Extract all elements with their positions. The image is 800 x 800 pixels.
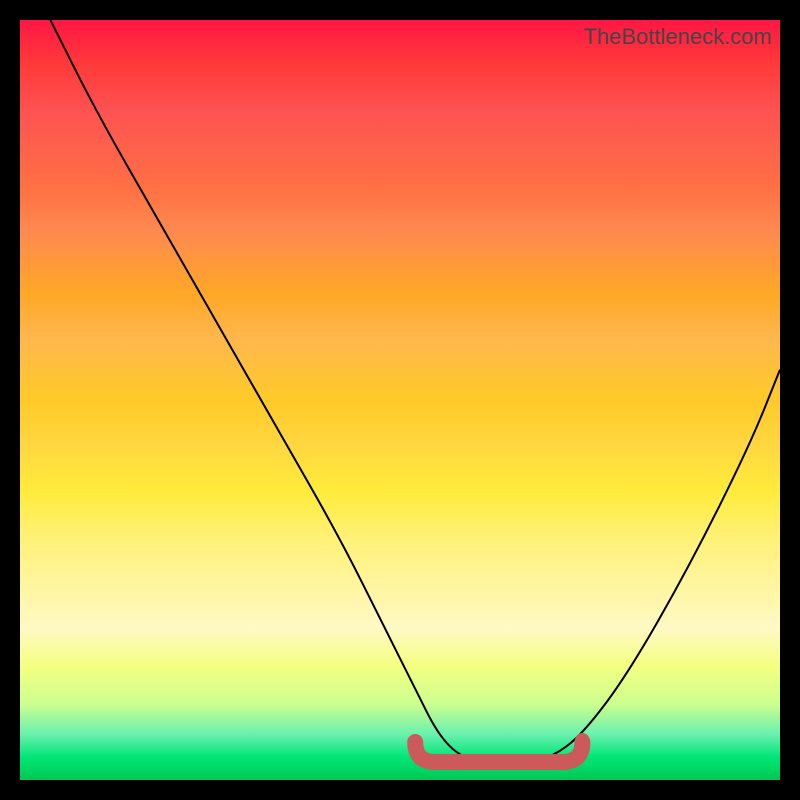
valley-end-dot: [575, 733, 589, 747]
watermark-label: TheBottleneck.com: [584, 24, 772, 50]
curve-group: [50, 20, 780, 765]
curve-svg: [20, 20, 780, 780]
bottleneck-curve-left: [50, 20, 521, 765]
bottleneck-chart: TheBottleneck.com: [20, 20, 780, 780]
bottleneck-curve-right: [491, 370, 780, 765]
